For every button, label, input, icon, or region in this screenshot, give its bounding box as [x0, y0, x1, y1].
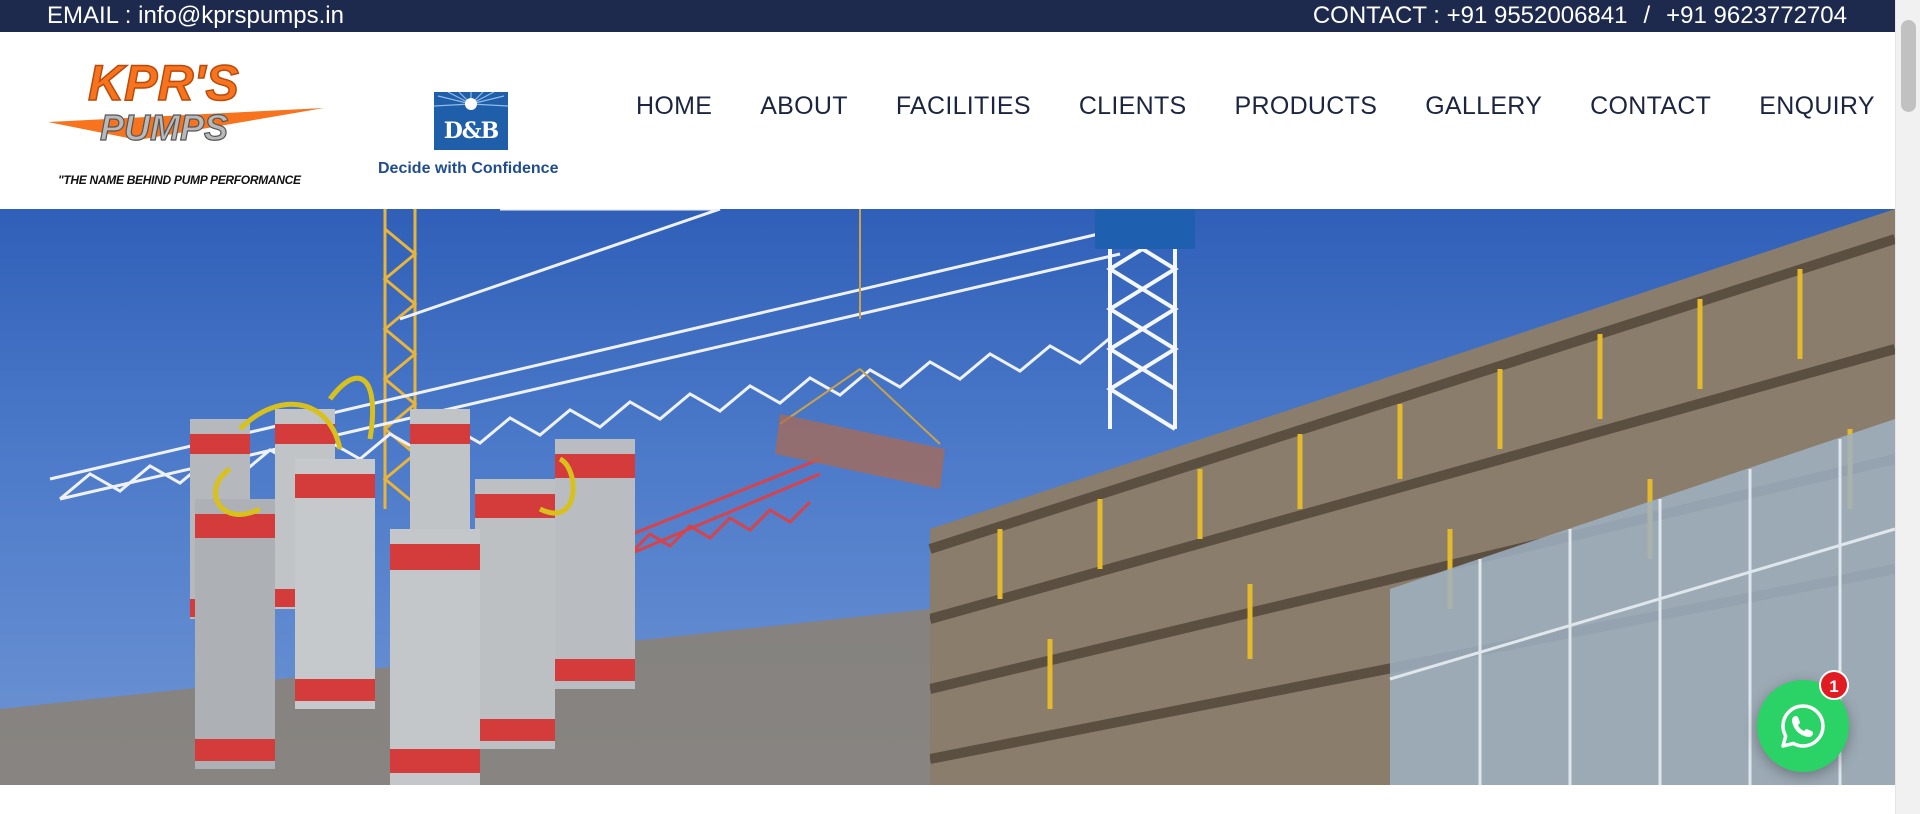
pump — [390, 529, 480, 785]
nav-clients[interactable]: CLIENTS — [1055, 86, 1211, 126]
scrollbar-thumb[interactable] — [1901, 20, 1916, 112]
dnb-badge[interactable]: D&B Decide with Confidence — [374, 92, 574, 212]
dnb-caption: Decide with Confidence — [378, 160, 559, 177]
whatsapp-notification-badge: 1 — [1819, 670, 1849, 700]
nav-contact[interactable]: CONTACT — [1566, 86, 1735, 126]
hero-construction-image — [0, 209, 1895, 785]
logo-graphic: KPR'S PUMPS — [48, 54, 324, 149]
contact-separator: / — [1643, 2, 1651, 29]
nav-gallery[interactable]: GALLERY — [1401, 86, 1566, 126]
contact-phone-2[interactable]: +91 9623772704 — [1666, 2, 1847, 29]
crane-red — [619, 457, 821, 556]
pump — [295, 459, 375, 709]
nav-about[interactable]: ABOUT — [736, 86, 872, 126]
crane-cab — [1095, 209, 1195, 249]
main-nav: HOME ABOUT FACILITIES CLIENTS PRODUCTS G… — [612, 86, 1899, 126]
site-header: KPR'S PUMPS "THE NAME BEHIND PUMP PERFOR… — [0, 32, 1895, 209]
kprs-pumps-logo[interactable]: KPR'S PUMPS "THE NAME BEHIND PUMP PERFOR… — [48, 52, 324, 187]
logo-line-1: KPR'S — [88, 55, 239, 111]
hero-banner — [0, 209, 1895, 785]
contact-phone-1[interactable]: CONTACT : +91 9552006841 — [1313, 2, 1628, 29]
pump — [475, 479, 555, 749]
logo-tagline: "THE NAME BEHIND PUMP PERFORMANCE — [58, 173, 301, 187]
logo-line-2: PUMPS — [100, 107, 228, 148]
dnb-logo: D&B — [434, 92, 508, 150]
pump — [555, 439, 635, 689]
below-hero-area — [0, 785, 1895, 814]
pump — [195, 499, 275, 769]
whatsapp-button[interactable]: 1 — [1757, 670, 1849, 772]
whatsapp-icon — [1781, 704, 1825, 748]
top-bar: EMAIL : info@kprspumps.in CONTACT : +91 … — [0, 0, 1895, 32]
nav-facilities[interactable]: FACILITIES — [872, 86, 1055, 126]
dnb-text: D&B — [443, 118, 500, 144]
page: EMAIL : info@kprspumps.in CONTACT : +91 … — [0, 0, 1920, 814]
email-link[interactable]: EMAIL : info@kprspumps.in — [47, 0, 344, 32]
contact-info: CONTACT : +91 9552006841 / +91 9623772704 — [1313, 0, 1847, 32]
nav-home[interactable]: HOME — [612, 86, 736, 126]
nav-enquiry[interactable]: ENQUIRY — [1735, 86, 1899, 126]
page-scrollbar[interactable] — [1895, 0, 1920, 814]
nav-products[interactable]: PRODUCTS — [1211, 86, 1402, 126]
